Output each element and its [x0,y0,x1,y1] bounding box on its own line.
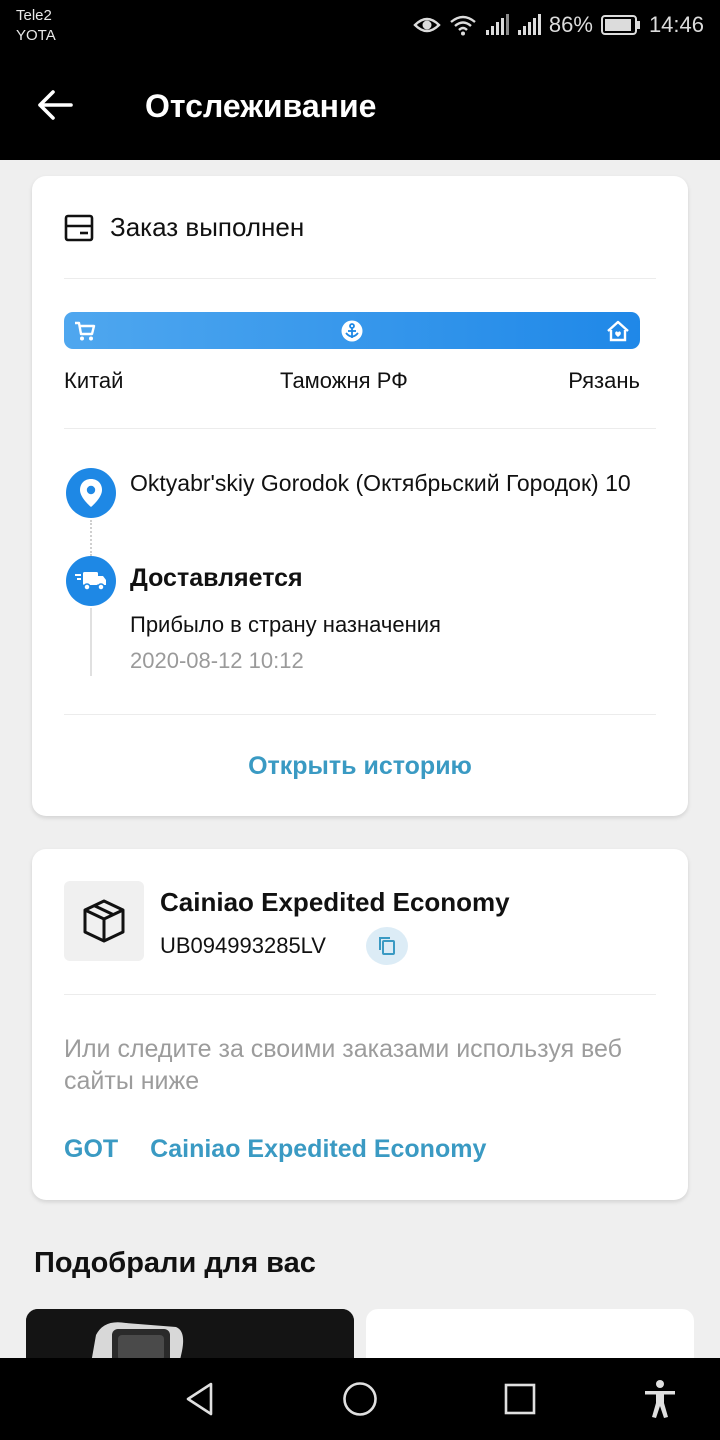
triangle-back-icon [186,1382,213,1416]
battery-percent: 86% [548,12,593,37]
delivery-address: Oktyabr'skiy Gorodok (Октябрьский Городо… [130,470,631,496]
divider [64,428,656,429]
timeline-connector [90,520,92,556]
battery-icon [600,15,641,35]
page-title: Отслеживание [145,88,377,124]
status-indicators: 86% 14:46 [413,10,704,40]
tracking-number: UB094993285LV [160,933,326,958]
signal-icon [485,14,509,36]
stage-destination: Рязань [568,368,640,393]
square-recents-icon [504,1383,536,1415]
divider [64,714,656,715]
carrier-secondary: YOTA [16,27,56,44]
clock: 14:46 [648,12,704,37]
event-timestamp: 2020-08-12 10:12 [130,648,304,673]
cart-icon [75,321,96,341]
order-status-label: Заказ выполнен [110,212,305,242]
link-got[interactable]: GOT [64,1135,118,1164]
signal-icon [517,14,541,36]
delivery-status-marker [66,556,116,606]
copy-button[interactable] [366,927,408,965]
package-box-icon [64,214,94,241]
shipment-card: Cainiao Expedited Economy UB094993285LV … [32,849,688,1200]
tracking-links: GOT Cainiao Expedited Economy [64,1135,486,1164]
recommendations-title: Подобрали для вас [34,1247,316,1279]
truck-icon [75,572,106,591]
tracking-card: Заказ выполнен Китай Таможня РФ Рязань O… [32,176,688,816]
wifi-icon [449,14,477,36]
nav-recents-button[interactable] [495,1374,545,1424]
divider [64,994,656,995]
route-progress-bar [64,312,640,349]
copy-icon [379,937,395,955]
circle-home-icon [343,1382,377,1416]
carrier-name: Cainiao Expedited Economy [160,887,510,917]
divider [64,278,656,279]
top-bar: Tele2 YOTA 86% 14:46 Отслеживание [0,0,720,160]
event-title: Доставляется [130,564,303,592]
event-description: Прибыло в страну назначения [130,612,441,637]
stage-origin: Китай [64,368,124,393]
carrier-name: Tele2 [16,7,52,24]
nav-home-button[interactable] [335,1374,385,1424]
location-pin-icon [80,479,102,507]
arrow-left-icon [38,90,73,120]
anchor-icon [341,320,363,342]
package-icon [83,899,125,943]
link-cainiao[interactable]: Cainiao Expedited Economy [150,1135,486,1164]
carrier-logo [64,881,144,961]
open-history-button[interactable]: Открыть историю [32,752,688,781]
route-stages: Китай Таможня РФ Рязань [64,368,640,398]
stage-customs: Таможня РФ [280,368,408,393]
back-button[interactable] [30,82,80,128]
nav-back-button[interactable] [175,1374,225,1424]
accessibility-button[interactable] [635,1374,685,1424]
tracking-hint: Или следите за своими заказами используя… [64,1035,622,1095]
home-icon [607,320,629,342]
carrier-info: Tele2 YOTA [16,6,56,46]
eye-icon [413,15,441,35]
timeline-line [90,608,92,676]
order-status: Заказ выполнен [64,212,304,243]
system-navigation-bar [0,1358,720,1440]
accessibility-icon [645,1380,675,1418]
location-marker [66,468,116,518]
